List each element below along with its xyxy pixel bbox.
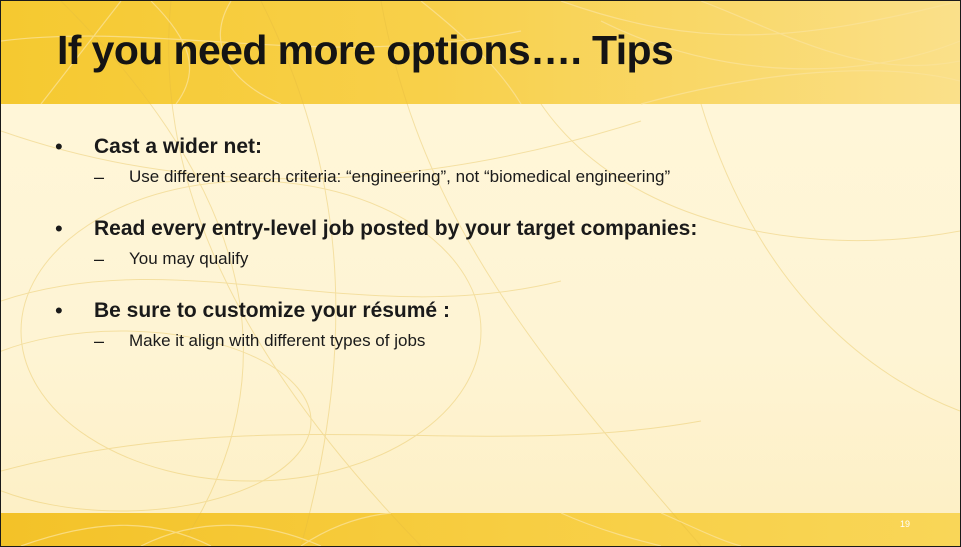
bullet-list: • Cast a wider net: – Use different sear… <box>55 134 935 380</box>
slide: If you need more options…. Tips • Cast a… <box>0 0 961 547</box>
sub-bullet-item: – Make it align with different types of … <box>94 328 935 354</box>
sub-bullet-item: – Use different search criteria: “engine… <box>94 164 935 190</box>
dash-icon: – <box>94 167 105 187</box>
bullet-text: Cast a wider net: <box>94 135 263 158</box>
sub-bullet-text: Use different search criteria: “engineer… <box>129 167 671 186</box>
bullet-item: • Be sure to customize your résumé : – M… <box>55 298 935 354</box>
bullet-dot-icon: • <box>55 298 63 323</box>
bullet-text: Be sure to customize your résumé : <box>94 299 450 322</box>
bottom-band <box>1 513 960 546</box>
bullet-text: Read every entry-level job posted by you… <box>94 217 698 240</box>
dash-icon: – <box>94 249 105 269</box>
dash-icon: – <box>94 331 105 351</box>
sub-bullet-item: – You may qualify <box>94 246 935 272</box>
slide-title: If you need more options…. Tips <box>57 27 674 73</box>
bullet-dot-icon: • <box>55 134 63 159</box>
bullet-dot-icon: • <box>55 216 63 241</box>
page-number: 19 <box>899 519 910 529</box>
sub-bullet-text: You may qualify <box>129 249 249 268</box>
sub-bullet-text: Make it align with different types of jo… <box>129 331 426 350</box>
bullet-item: • Read every entry-level job posted by y… <box>55 216 935 272</box>
bullet-item: • Cast a wider net: – Use different sear… <box>55 134 935 190</box>
